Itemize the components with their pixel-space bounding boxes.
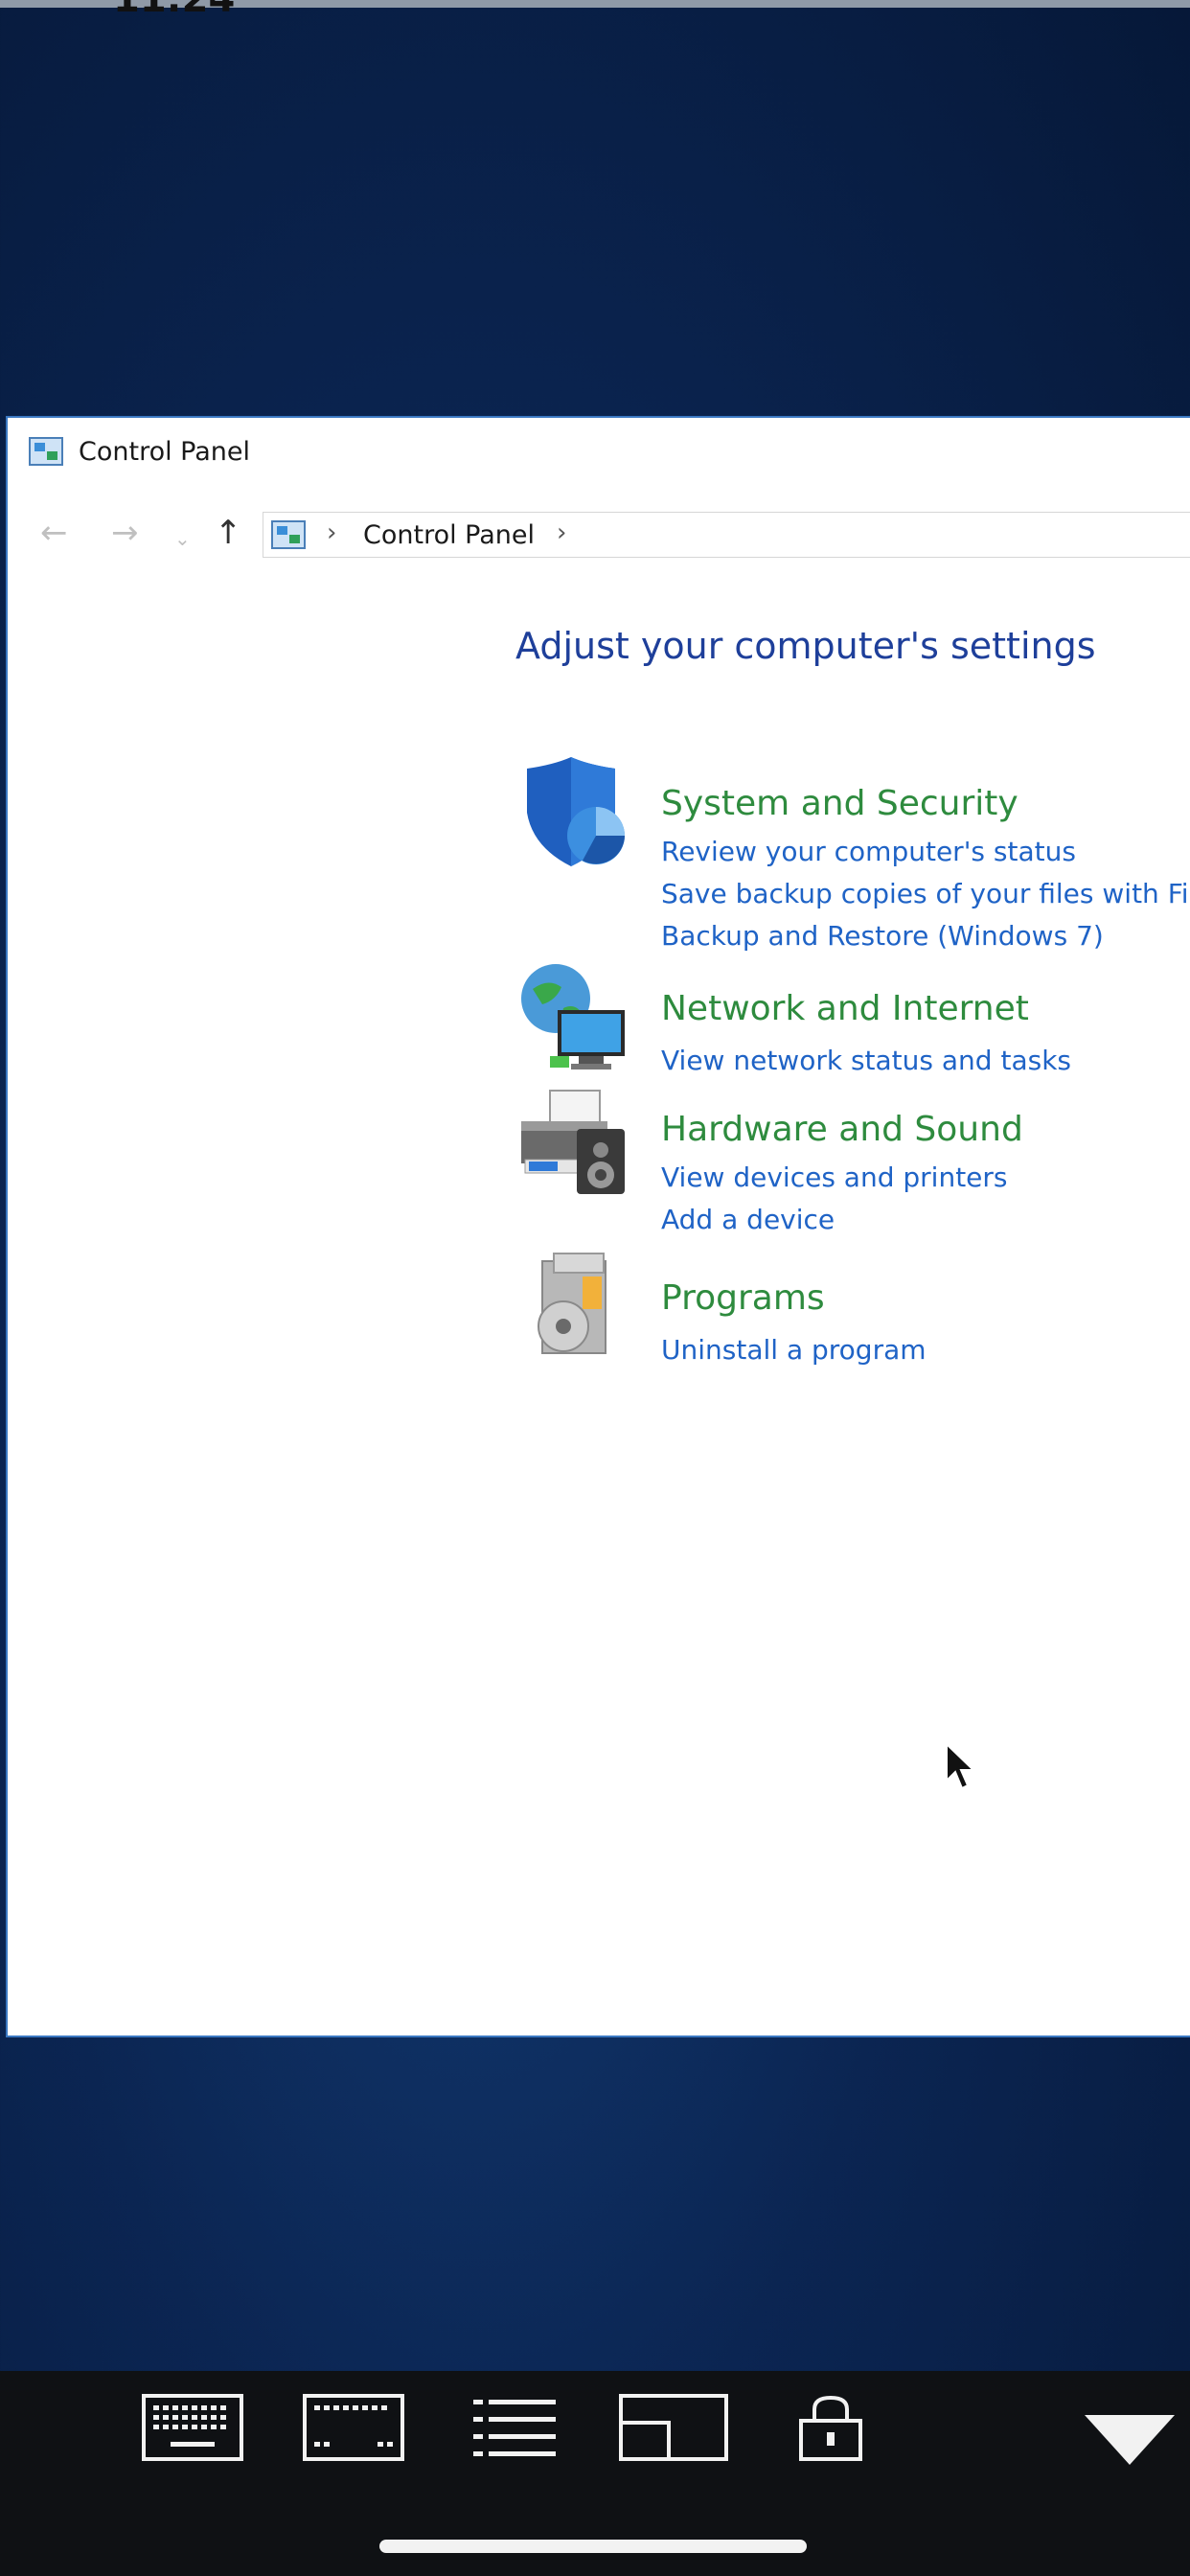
link-network-status[interactable]: View network status and tasks — [661, 1045, 1071, 1076]
back-arrow-icon[interactable]: ← — [40, 516, 68, 550]
mouse-cursor-icon — [946, 1742, 976, 1790]
recent-locations-chevron-icon[interactable]: ⌄ — [174, 521, 191, 556]
resize-window-icon[interactable] — [619, 2394, 728, 2461]
shield-icon[interactable] — [515, 755, 630, 870]
title-bar[interactable]: Control Panel — [8, 418, 1190, 493]
page-heading: Adjust your computer's settings — [515, 625, 1096, 667]
link-devices-printers[interactable]: View devices and printers — [661, 1162, 1008, 1193]
category-title-network-and-internet[interactable]: Network and Internet — [661, 989, 1029, 1028]
navigation-bar: ← → ⌄ ↑ › Control Panel › — [8, 493, 1190, 573]
home-indicator[interactable] — [379, 2540, 807, 2553]
control-panel-icon — [29, 437, 63, 466]
breadcrumb-control-panel[interactable]: Control Panel — [363, 520, 535, 550]
link-uninstall-program[interactable]: Uninstall a program — [661, 1334, 927, 1366]
collapse-down-icon[interactable] — [1085, 2415, 1175, 2465]
category-title-system-and-security[interactable]: System and Security — [661, 784, 1018, 823]
forward-arrow-icon[interactable]: → — [111, 516, 139, 550]
category-title-programs[interactable]: Programs — [661, 1278, 825, 1318]
programs-icon[interactable] — [515, 1250, 630, 1365]
up-arrow-icon[interactable]: ↑ — [215, 516, 242, 550]
address-bar[interactable]: › Control Panel › — [263, 512, 1190, 558]
link-file-history[interactable]: Save backup copies of your files with Fi… — [661, 878, 1190, 909]
function-keys-icon[interactable] — [303, 2394, 404, 2461]
link-review-status[interactable]: Review your computer's status — [661, 836, 1076, 867]
status-bar: 11:24 — [0, 0, 1190, 21]
breadcrumb-separator-icon[interactable]: › — [327, 518, 336, 547]
lock-icon[interactable] — [797, 2394, 864, 2461]
printer-speaker-icon[interactable] — [515, 1083, 630, 1198]
category-title-hardware-and-sound[interactable]: Hardware and Sound — [661, 1110, 1023, 1149]
breadcrumb-separator-icon[interactable]: › — [557, 518, 566, 547]
breadcrumb-control-panel-icon — [271, 520, 306, 549]
status-time: 11:24 — [113, 0, 235, 21]
control-panel-window[interactable]: Control Panel ← → ⌄ ↑ › Control Panel › … — [6, 416, 1190, 2037]
link-add-device[interactable]: Add a device — [661, 1204, 835, 1235]
keyboard-icon[interactable] — [142, 2394, 243, 2461]
list-icon[interactable] — [473, 2394, 556, 2461]
window-title: Control Panel — [79, 437, 251, 467]
link-backup-restore[interactable]: Backup and Restore (Windows 7) — [661, 920, 1104, 952]
network-icon[interactable] — [515, 960, 630, 1075]
